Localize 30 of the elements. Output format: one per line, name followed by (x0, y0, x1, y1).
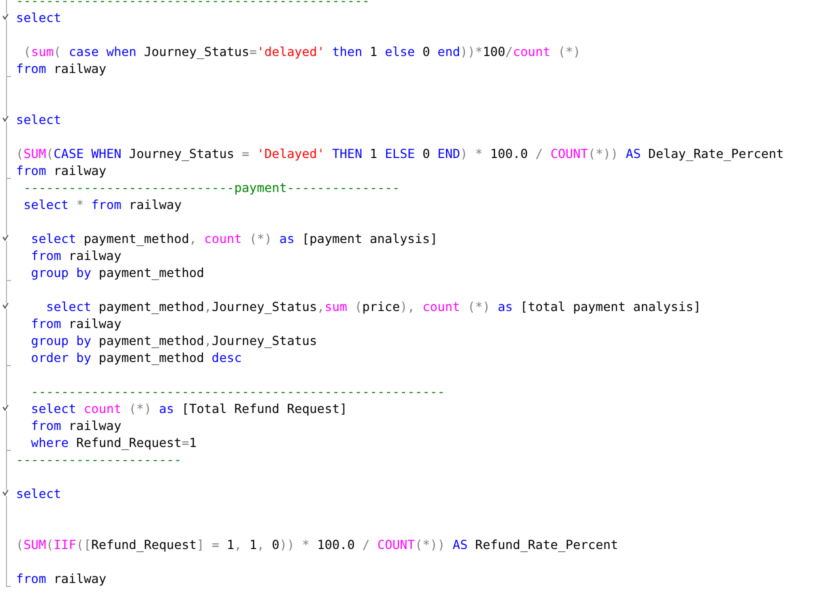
code-line: (SUM(CASE WHEN Journey_Status = 'Delayed' THEN 1 ELSE 0 END) * 100.0 / COUNT(*)) AS Delay_Rate_Percent (16, 145, 784, 162)
code-line: (sum( case when Journey_Status='delayed' then 1 else 0 end))*100/count (*) (22, 43, 581, 60)
code-line: select (16, 485, 62, 502)
code-line: from railway (16, 60, 106, 77)
code-line: from railway (16, 162, 106, 179)
collapse-icon[interactable] (2, 235, 9, 241)
collapse-icon[interactable] (2, 303, 9, 309)
code-line: (SUM(IIF([Refund_Request] = 1, 1, 0)) * 100.0 / COUNT(*)) AS Refund_Rate_Percent (16, 536, 618, 553)
collapse-icon[interactable] (2, 14, 9, 20)
code-line: select * from railway (22, 196, 182, 213)
code-line: select (16, 111, 62, 128)
code-line: ----------------------------------------------- (16, 0, 370, 9)
code-line: from railway (30, 315, 122, 332)
collapse-icon[interactable] (2, 405, 9, 411)
code-line: from railway (30, 247, 122, 264)
code-line: order by payment_method desc (30, 349, 242, 366)
code-line: where Refund_Request=1 (30, 434, 197, 451)
code-line: select payment_method,Journey_Status,sum (price), count (*) as [total payment analysis] (45, 298, 701, 315)
code-line: from railway (16, 570, 106, 587)
code-line: select payment_method, count (*) as [payment analysis] (30, 230, 438, 247)
code-line: select count (*) as [Total Refund Request] (30, 400, 348, 417)
code-line: from railway (30, 417, 122, 434)
code-line: group by payment_method,Journey_Status (30, 332, 318, 349)
code-line: ------------------------------------------------------- (30, 383, 445, 400)
code-line: ----------------------------payment--------------- (22, 179, 400, 196)
code-line: ---------------------- (16, 451, 182, 468)
code-line: select (16, 9, 62, 26)
code-line: group by payment_method (30, 264, 204, 281)
collapse-icon[interactable] (2, 116, 9, 122)
collapse-icon[interactable] (2, 490, 9, 496)
